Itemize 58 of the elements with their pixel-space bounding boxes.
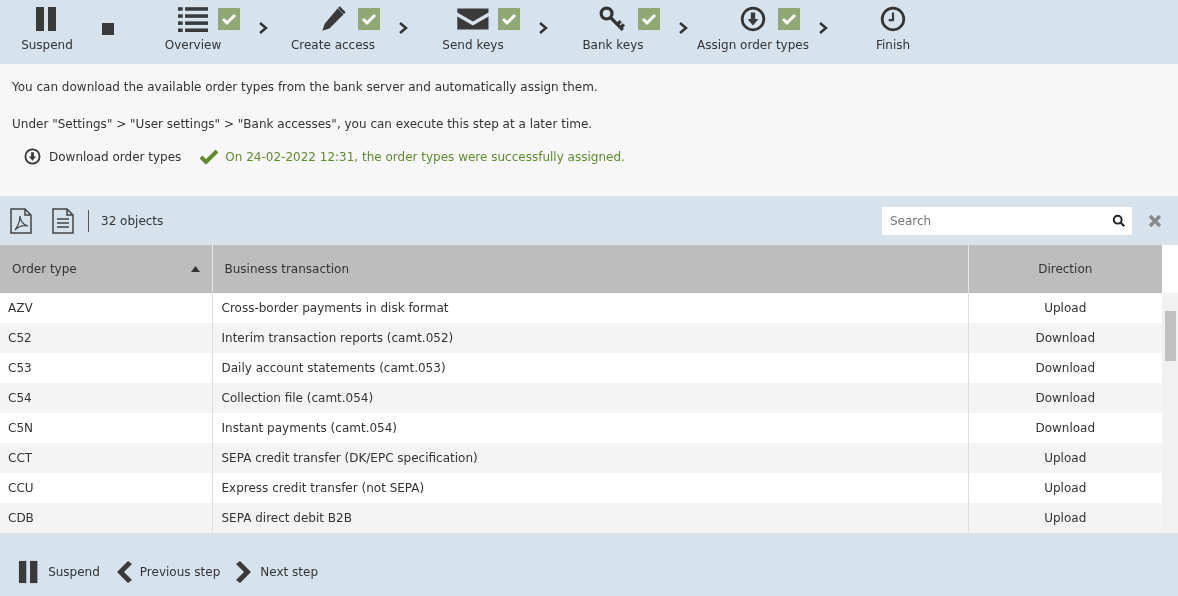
envelope-icon: [456, 6, 490, 32]
table-cell: CCU: [0, 473, 212, 503]
column-header[interactable]: Business transaction: [212, 245, 968, 293]
table-cell: Collection file (camt.054): [212, 383, 968, 413]
table-cell: C53: [0, 353, 212, 383]
chevron-right-icon: [236, 559, 253, 584]
table-cell: CCT: [0, 443, 212, 473]
previous-step-button[interactable]: Previous step: [115, 559, 221, 584]
suspend-button[interactable]: Suspend: [18, 559, 100, 584]
table-cell: C54: [0, 383, 212, 413]
download-icon: [740, 6, 766, 32]
table-cell: Upload: [968, 503, 1162, 533]
sort-arrow-icon: [190, 266, 200, 272]
next-step-button[interactable]: Next step: [236, 559, 319, 584]
close-icon[interactable]: [1148, 213, 1162, 228]
info-text: You can download the available order types from the bank server and automatically assign them.: [12, 80, 599, 94]
chevron-icon: [258, 22, 268, 34]
search-box[interactable]: Search: [882, 206, 1132, 235]
stop-icon: [102, 23, 114, 35]
object-count: 32 objects: [101, 213, 164, 228]
table-cell: Interim transaction reports (camt.052): [212, 323, 968, 353]
pause-icon: [35, 6, 59, 32]
download-button[interactable]: Download order types: [24, 148, 182, 165]
table-cell: SEPA direct debit B2B: [212, 503, 968, 533]
table-cell: SEPA credit transfer (DK/EPC specification): [212, 443, 968, 473]
column-header[interactable]: Order type: [0, 245, 212, 293]
chevron-icon: [398, 22, 408, 34]
wizard-step[interactable]: Create access: [268, 0, 398, 52]
table-cell: Download: [968, 323, 1162, 353]
document-icon: [52, 207, 74, 234]
info-text: Under "Settings" > "User settings" > "Bank accesses", you can execute this step at a later time.: [12, 117, 594, 131]
wizard-step[interactable]: Bank keys: [548, 0, 678, 52]
chevron-icon: [538, 22, 548, 34]
pdf-file-icon: [10, 207, 32, 234]
table-cell: Upload: [968, 443, 1162, 473]
pencil-icon: [320, 6, 346, 32]
table-cell: Download: [968, 383, 1162, 413]
chevron-icon: [818, 22, 828, 34]
wizard-step[interactable]: Send keys: [408, 0, 538, 52]
download-icon: [24, 148, 41, 165]
chevron-left-icon: [115, 559, 132, 584]
column-header[interactable]: Direction: [968, 245, 1162, 293]
search-icon: [1112, 213, 1126, 228]
table-cell: CDB: [0, 503, 212, 533]
wizard-step[interactable]: Finish: [828, 0, 958, 52]
scrollbar[interactable]: [1162, 293, 1178, 533]
check-icon: [199, 148, 220, 165]
list-icon: [177, 6, 209, 32]
chevron-icon: [678, 22, 688, 34]
status-message: On 24-02-2022 12:31, the order types were successfully assigned.: [225, 149, 625, 164]
table-cell: AZV: [0, 293, 212, 323]
table-cell: C5N: [0, 413, 212, 443]
wizard-step[interactable]: Assign order types: [688, 0, 818, 52]
key-icon: [598, 6, 628, 32]
table-cell: C52: [0, 323, 212, 353]
suspend-button[interactable]: Suspend: [0, 0, 94, 52]
wizard-step[interactable]: Overview: [128, 0, 258, 52]
clock-icon: [880, 6, 906, 32]
